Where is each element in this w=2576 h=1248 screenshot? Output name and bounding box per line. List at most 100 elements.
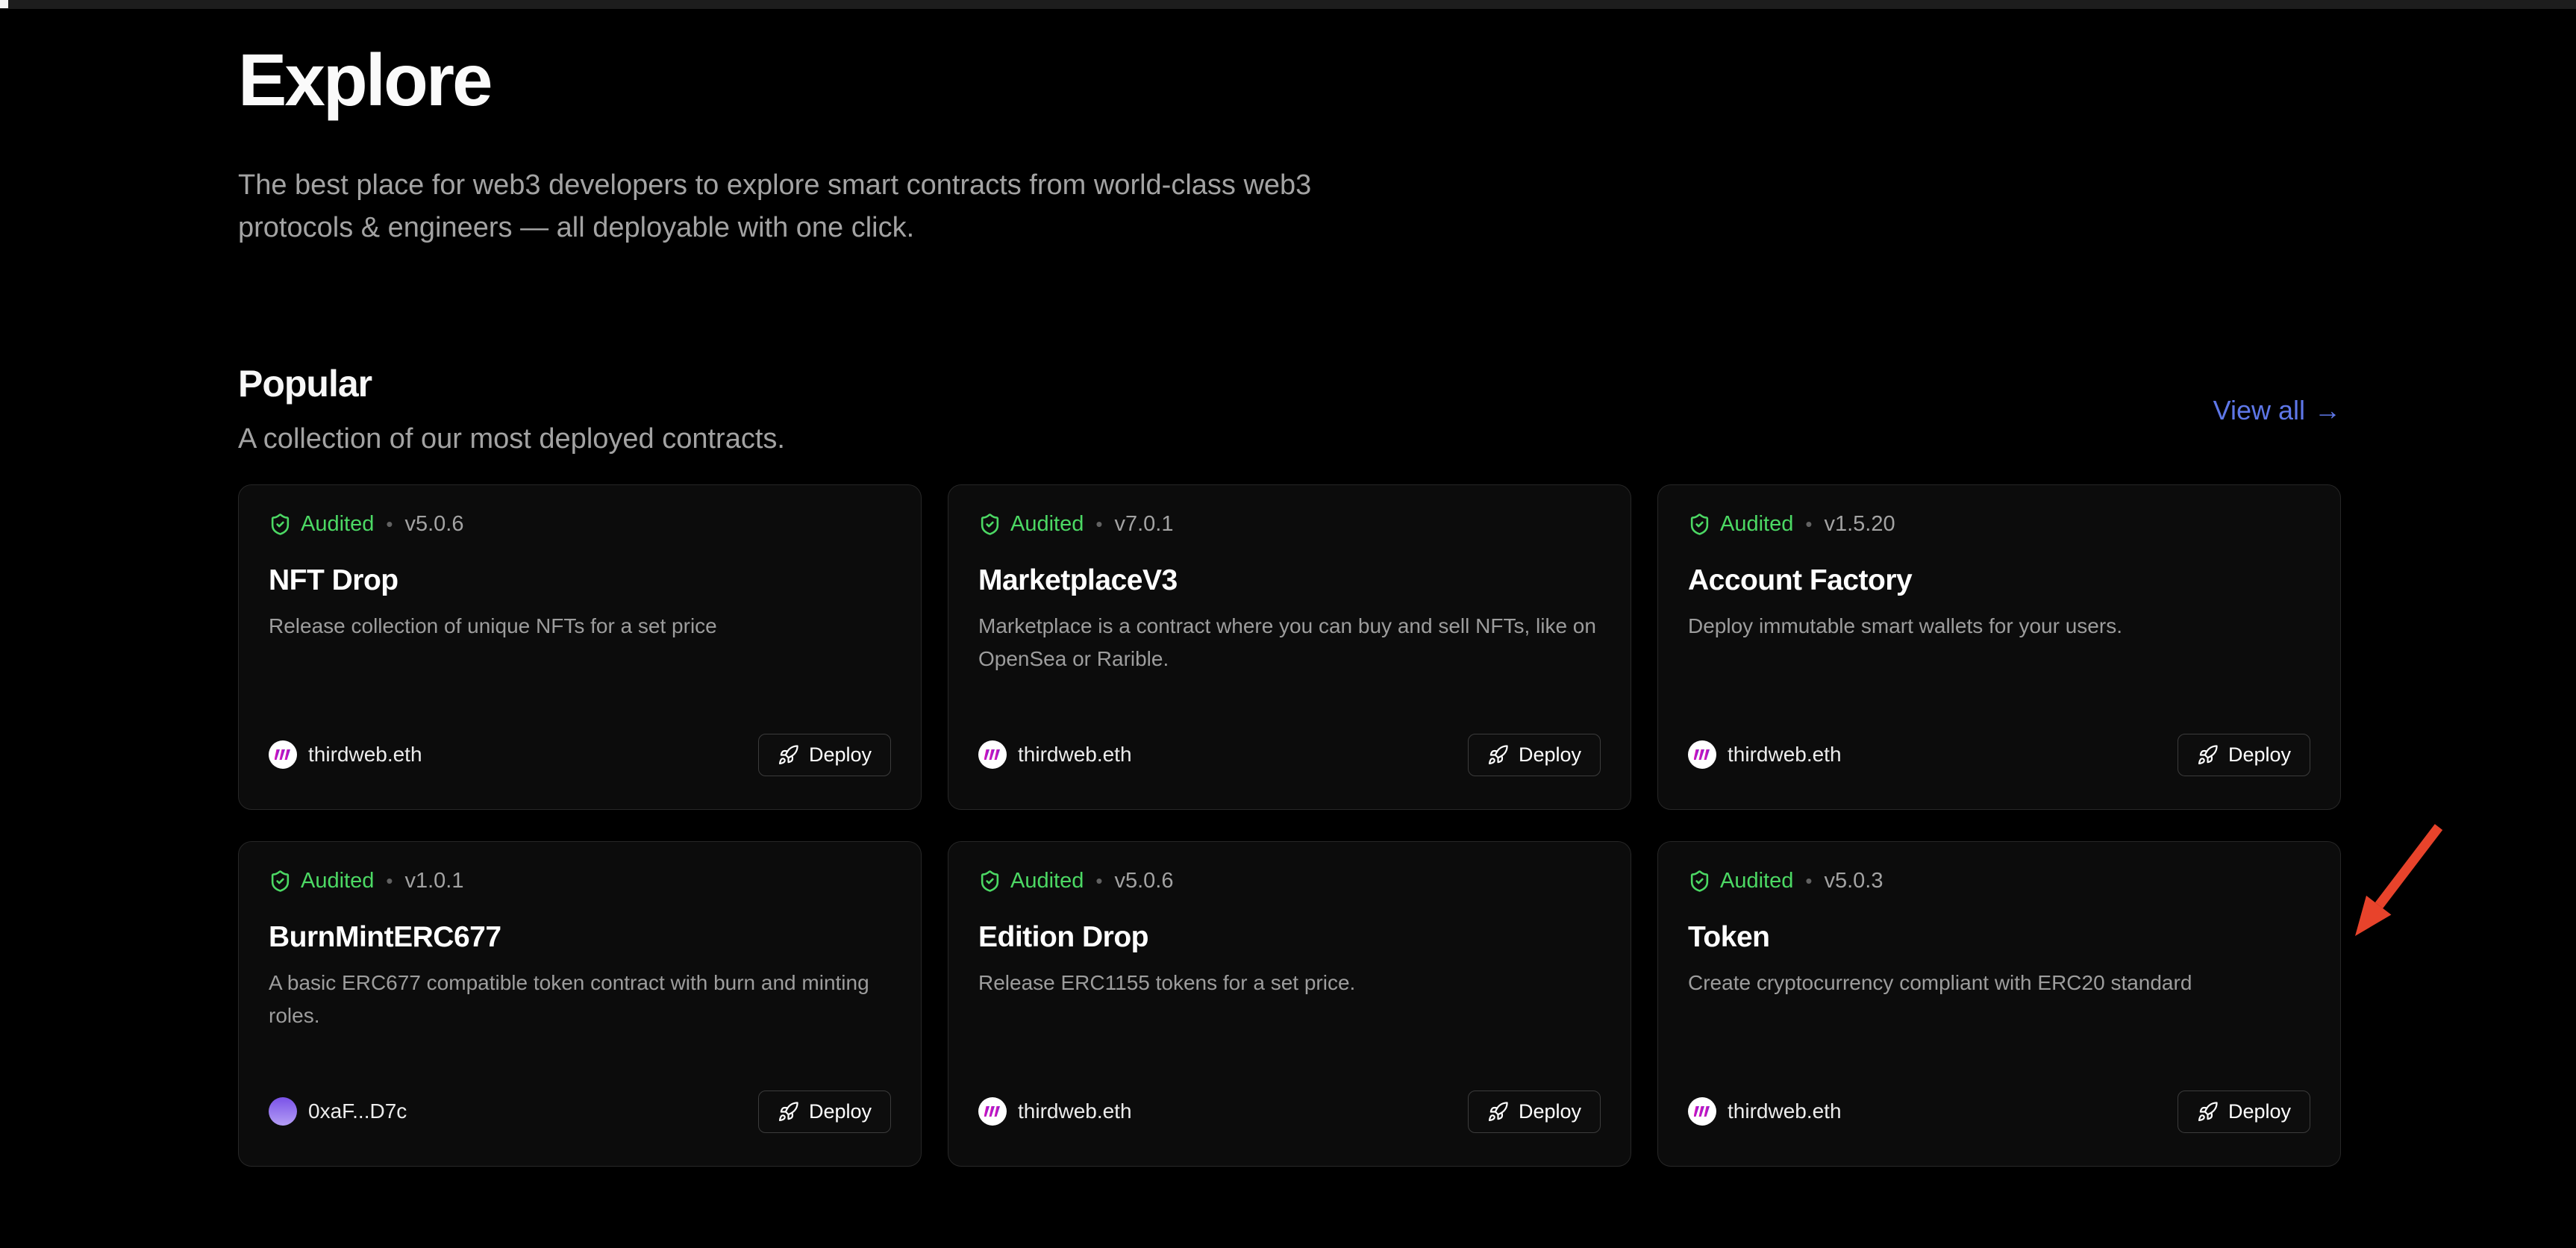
contract-card[interactable]: Audited • v1.0.1 BurnMintERC677 A basic … [238, 841, 922, 1167]
section-subtitle: A collection of our most deployed contra… [238, 418, 785, 461]
separator-dot: • [1805, 870, 1812, 893]
top-edge-strip [0, 0, 2576, 9]
section-title: Popular [238, 361, 785, 406]
badge-row: Audited • v1.0.1 [269, 869, 891, 893]
badge-row: Audited • v5.0.3 [1688, 869, 2310, 893]
audited-badge: Audited [978, 512, 1084, 537]
version-label: v1.0.1 [404, 869, 463, 893]
rocket-icon [2197, 1101, 2219, 1123]
separator-dot: • [386, 513, 393, 536]
audited-label: Audited [1010, 869, 1084, 893]
audited-label: Audited [1720, 512, 1793, 537]
card-footer: thirdweb.eth Deploy [269, 734, 891, 776]
contract-card[interactable]: Audited • v5.0.3 Token Create cryptocurr… [1657, 841, 2341, 1167]
separator-dot: • [1095, 870, 1102, 893]
publisher-avatar [978, 740, 1007, 769]
thirdweb-logo-icon [984, 1105, 1001, 1117]
thirdweb-logo-icon [1694, 749, 1710, 761]
publisher-name: thirdweb.eth [1018, 1099, 1132, 1123]
publisher-avatar [1688, 740, 1716, 769]
version-label: v7.0.1 [1114, 512, 1173, 537]
rocket-icon [778, 1101, 799, 1123]
version-label: v1.5.20 [1824, 512, 1895, 537]
deploy-label: Deploy [809, 1100, 872, 1123]
publisher-avatar [269, 1097, 297, 1126]
thirdweb-logo-icon [275, 749, 291, 761]
deploy-button[interactable]: Deploy [1468, 1091, 1601, 1133]
card-footer: thirdweb.eth Deploy [978, 1091, 1601, 1133]
audited-label: Audited [301, 869, 374, 893]
publisher-link[interactable]: thirdweb.eth [1688, 740, 1842, 769]
separator-dot: • [386, 870, 393, 893]
deploy-button[interactable]: Deploy [758, 1091, 891, 1133]
shield-check-icon [978, 513, 1001, 536]
deploy-button[interactable]: Deploy [1468, 734, 1601, 776]
page-title: Explore [238, 40, 2341, 121]
contract-description: Create cryptocurrency compliant with ERC… [1688, 967, 2310, 999]
red-arrow-annotation [2343, 823, 2448, 949]
view-all-label: View all [2213, 395, 2305, 426]
deploy-button[interactable]: Deploy [2178, 1091, 2310, 1133]
audited-badge: Audited [1688, 869, 1793, 893]
version-label: v5.0.3 [1824, 869, 1883, 893]
publisher-link[interactable]: 0xaF...D7c [269, 1097, 407, 1126]
deploy-label: Deploy [1519, 1100, 1581, 1123]
popular-section-header: Popular A collection of our most deploye… [238, 361, 2341, 461]
publisher-link[interactable]: thirdweb.eth [1688, 1097, 1842, 1126]
rocket-icon [2197, 744, 2219, 766]
publisher-name: 0xaF...D7c [308, 1099, 407, 1123]
view-all-link[interactable]: View all → [2213, 395, 2341, 426]
popular-section-titles: Popular A collection of our most deploye… [238, 361, 785, 461]
contract-title: NFT Drop [269, 564, 891, 598]
publisher-name: thirdweb.eth [308, 743, 422, 767]
top-left-notch [0, 0, 8, 8]
audited-badge: Audited [269, 869, 374, 893]
audited-badge: Audited [1688, 512, 1793, 537]
audited-badge: Audited [978, 869, 1084, 893]
contract-title: Token [1688, 920, 2310, 955]
contract-title: MarketplaceV3 [978, 564, 1601, 598]
card-footer: thirdweb.eth Deploy [1688, 1091, 2310, 1133]
contract-card[interactable]: Audited • v5.0.6 NFT Drop Release collec… [238, 484, 922, 810]
deploy-button[interactable]: Deploy [758, 734, 891, 776]
separator-dot: • [1805, 513, 1812, 536]
publisher-link[interactable]: thirdweb.eth [978, 740, 1132, 769]
badge-row: Audited • v5.0.6 [269, 512, 891, 537]
contracts-grid: Audited • v5.0.6 NFT Drop Release collec… [238, 484, 2341, 1167]
publisher-avatar [269, 740, 297, 769]
shield-check-icon [269, 513, 292, 536]
deploy-label: Deploy [1519, 743, 1581, 767]
contract-card[interactable]: Audited • v5.0.6 Edition Drop Release ER… [948, 841, 1631, 1167]
badge-row: Audited • v1.5.20 [1688, 512, 2310, 537]
publisher-link[interactable]: thirdweb.eth [978, 1097, 1132, 1126]
contract-description: Release ERC1155 tokens for a set price. [978, 967, 1601, 999]
publisher-name: thirdweb.eth [1728, 743, 1842, 767]
arrow-right-icon: → [2314, 395, 2341, 426]
contract-card[interactable]: Audited • v1.5.20 Account Factory Deploy… [1657, 484, 2341, 810]
version-label: v5.0.6 [404, 512, 463, 537]
contract-title: Account Factory [1688, 564, 2310, 598]
publisher-link[interactable]: thirdweb.eth [269, 740, 422, 769]
audited-label: Audited [1720, 869, 1793, 893]
contract-description: Deploy immutable smart wallets for your … [1688, 610, 2310, 643]
version-label: v5.0.6 [1114, 869, 1173, 893]
card-footer: thirdweb.eth Deploy [978, 734, 1601, 776]
shield-check-icon [978, 870, 1001, 893]
publisher-avatar [1688, 1097, 1716, 1126]
shield-check-icon [269, 870, 292, 893]
contract-title: BurnMintERC677 [269, 920, 891, 955]
deploy-label: Deploy [2228, 1100, 2291, 1123]
rocket-icon [778, 744, 799, 766]
contract-description: Marketplace is a contract where you can … [978, 610, 1601, 676]
contract-title: Edition Drop [978, 920, 1601, 955]
publisher-name: thirdweb.eth [1728, 1099, 1842, 1123]
contract-description: A basic ERC677 compatible token contract… [269, 967, 891, 1032]
deploy-button[interactable]: Deploy [2178, 734, 2310, 776]
badge-row: Audited • v5.0.6 [978, 869, 1601, 893]
audited-badge: Audited [269, 512, 374, 537]
page-subtitle: The best place for web3 developers to ex… [238, 164, 1402, 249]
rocket-icon [1487, 1101, 1509, 1123]
thirdweb-logo-icon [1694, 1105, 1710, 1117]
audited-label: Audited [301, 512, 374, 537]
contract-card[interactable]: Audited • v7.0.1 MarketplaceV3 Marketpla… [948, 484, 1631, 810]
